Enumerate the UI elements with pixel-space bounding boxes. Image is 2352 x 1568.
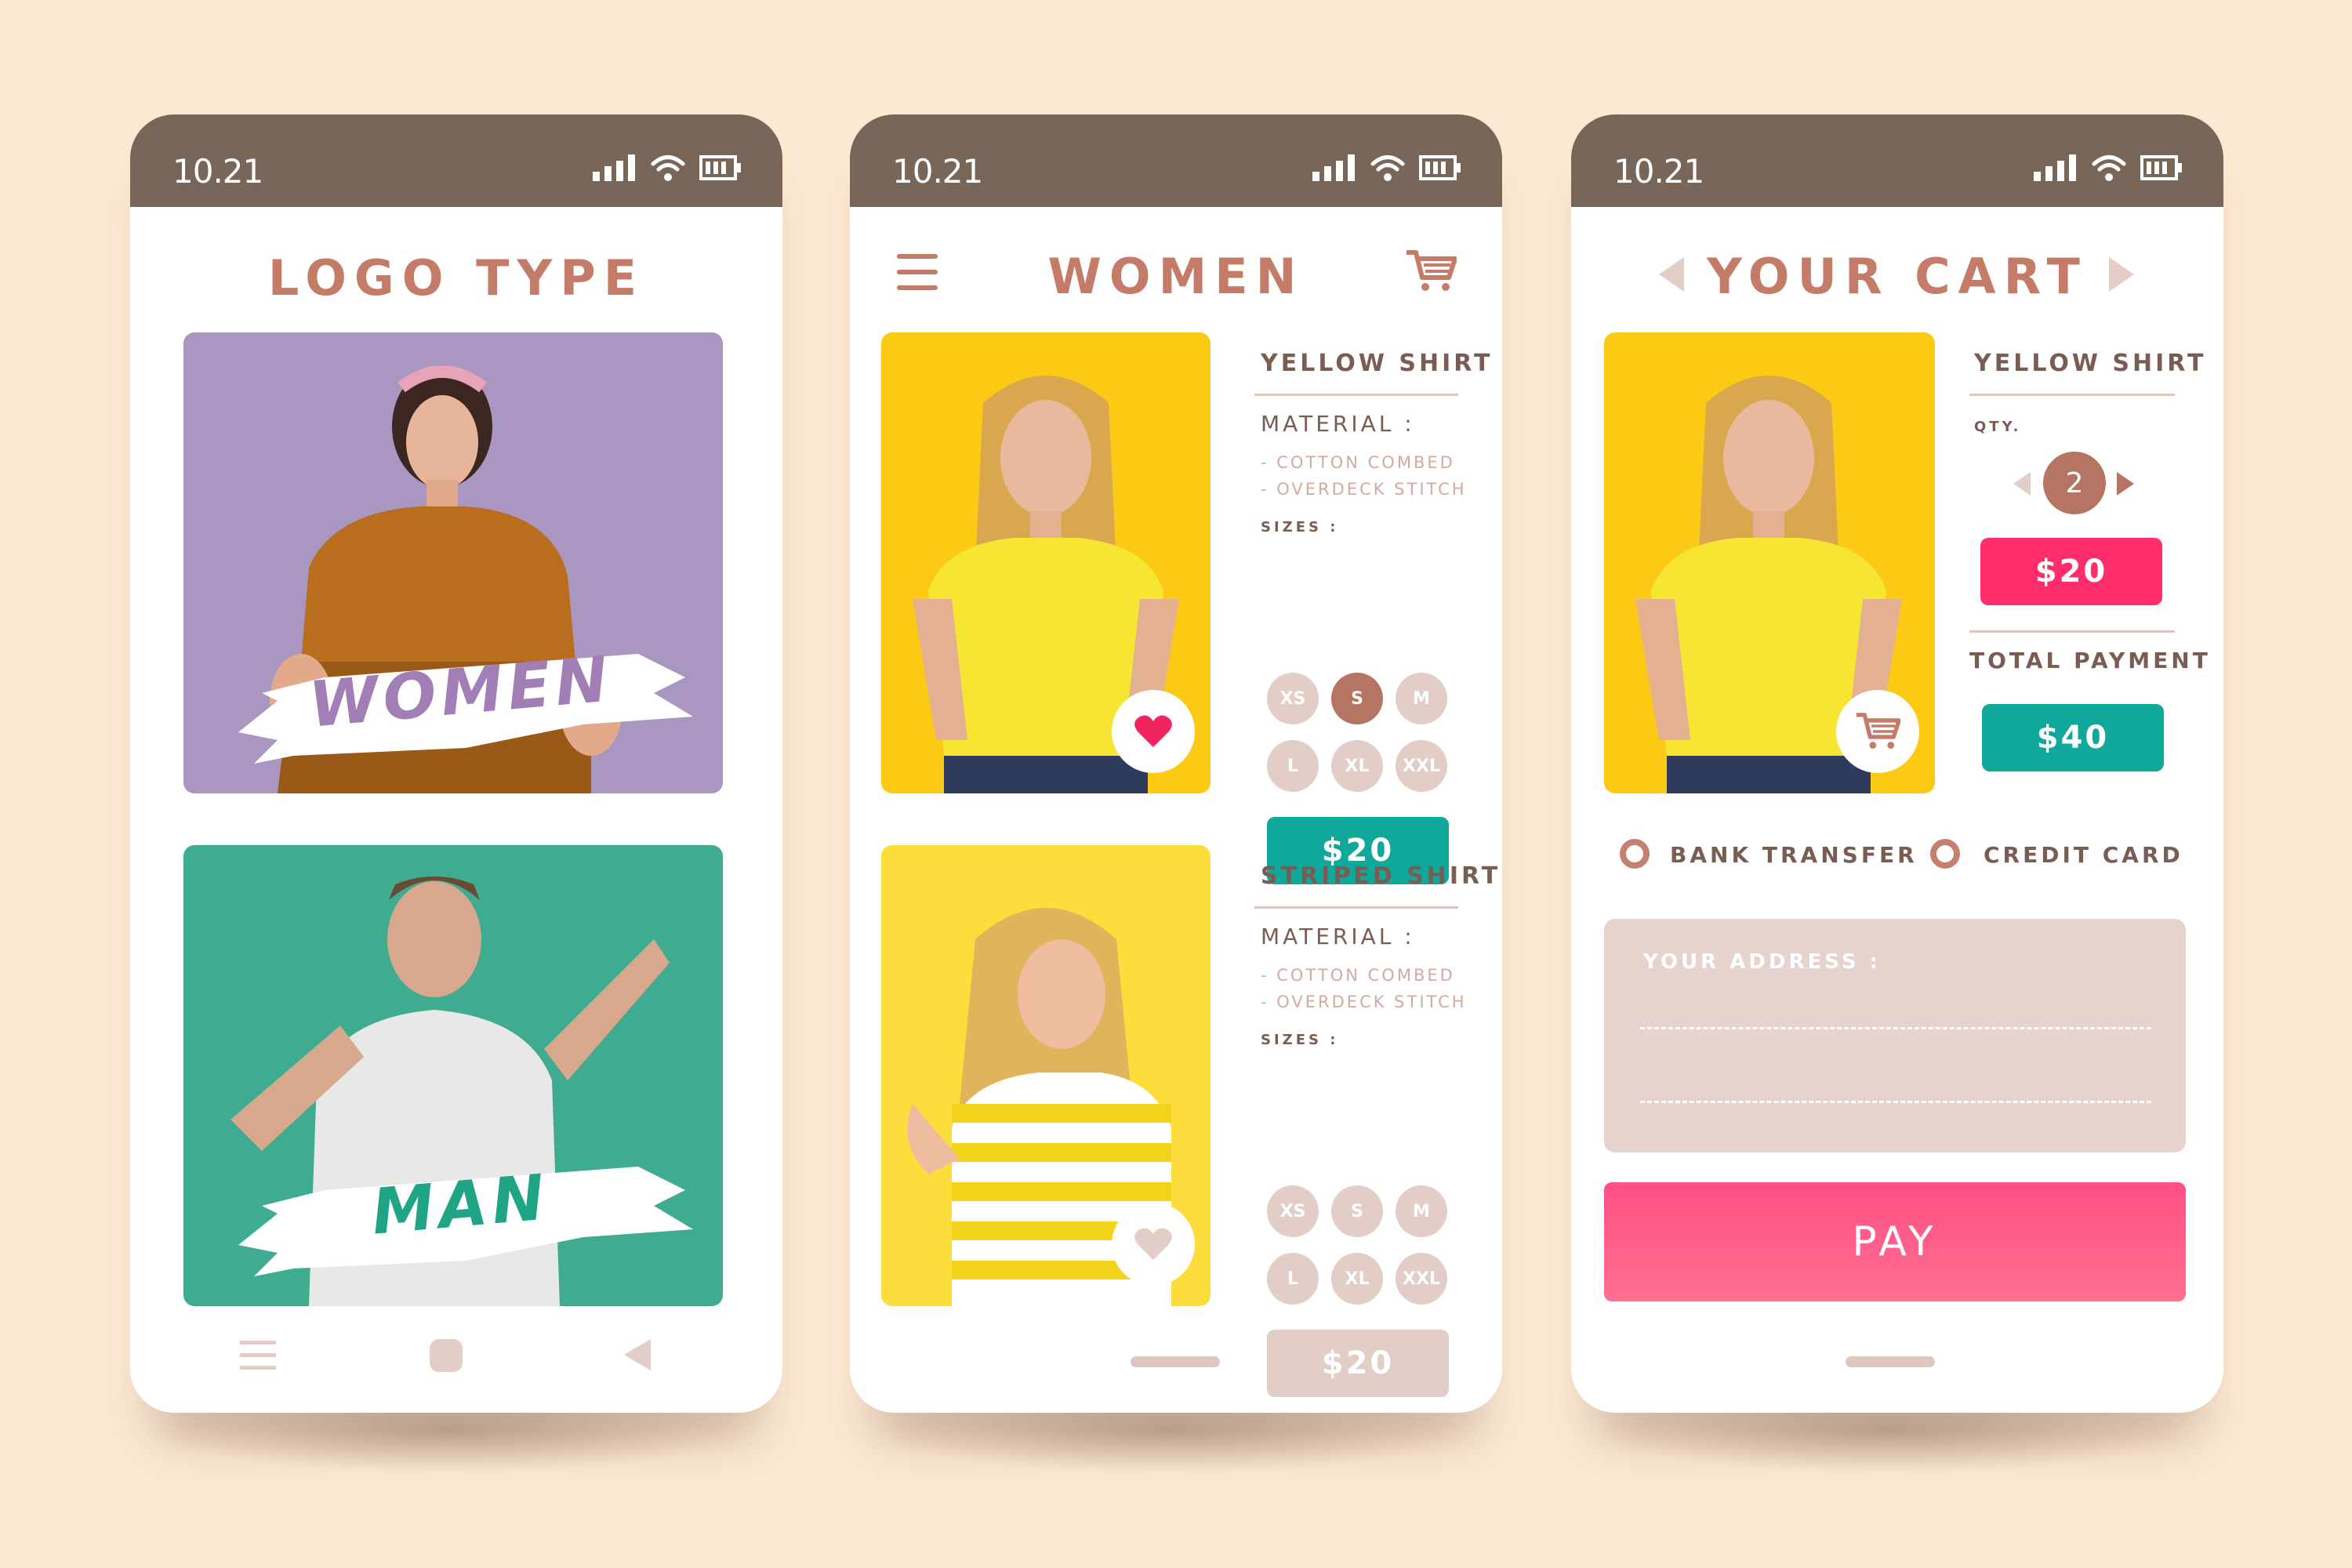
- battery-icon: [2140, 155, 2182, 180]
- phone-product-list-screen: 10.21 WOMEN YELLOW SHIRT MATERIAL : - CO…: [850, 114, 1502, 1413]
- status-bar: 10.21: [130, 114, 782, 207]
- material-item: - OVERDECK STITCH: [1261, 480, 1467, 499]
- status-time: 10.21: [1613, 152, 1704, 191]
- status-time: 10.21: [892, 152, 983, 191]
- payment-option-label[interactable]: BANK TRANSFER: [1670, 842, 1918, 868]
- favorite-button[interactable]: [1112, 1203, 1195, 1286]
- wifi-icon: [651, 155, 685, 181]
- radio-credit-card[interactable]: [1930, 839, 1960, 869]
- total-price: $40: [1982, 704, 2164, 771]
- pay-button[interactable]: PAY: [1604, 1182, 2186, 1301]
- status-bar: 10.21: [850, 114, 1502, 207]
- address-line: [1640, 1027, 2151, 1029]
- material-item: - COTTON COMBED: [1261, 966, 1455, 985]
- qty-label: QTY.: [1974, 419, 2022, 435]
- size-option-l[interactable]: L: [1267, 740, 1319, 792]
- address-label: YOUR ADDRESS :: [1643, 950, 1881, 974]
- product-image-yellow-shirt[interactable]: [881, 332, 1210, 793]
- size-option-xxl[interactable]: XXL: [1396, 1253, 1447, 1305]
- material-item: - COTTON COMBED: [1261, 453, 1455, 472]
- radio-bank-transfer[interactable]: [1620, 839, 1650, 869]
- battery-icon: [1419, 155, 1461, 180]
- sizes-label: SIZES :: [1261, 519, 1339, 535]
- size-option-s[interactable]: S: [1331, 1185, 1383, 1237]
- product-name: STRIPED SHIRT: [1261, 862, 1501, 890]
- cart-icon: [1856, 713, 1900, 749]
- cart-item-image: [1604, 332, 1935, 793]
- material-label: MATERIAL :: [1261, 411, 1415, 437]
- menu-icon[interactable]: [240, 1341, 276, 1370]
- divider: [1969, 394, 2175, 396]
- status-time: 10.21: [172, 152, 263, 191]
- add-to-cart-button[interactable]: [1836, 690, 1919, 773]
- payment-option-label[interactable]: CREDIT CARD: [1984, 842, 2183, 868]
- heart-filled-icon: [1134, 715, 1172, 747]
- signal-icon: [593, 154, 635, 181]
- category-card-man[interactable]: MAN: [183, 845, 723, 1306]
- home-indicator[interactable]: [1846, 1356, 1935, 1367]
- size-option-l[interactable]: L: [1267, 1253, 1319, 1305]
- sizes-label: SIZES :: [1261, 1032, 1339, 1048]
- status-bar: 10.21: [1571, 114, 2223, 207]
- signal-icon: [1312, 154, 1355, 181]
- logo-title: LOGO TYPE: [267, 249, 645, 307]
- product-name: YELLOW SHIRT: [1261, 350, 1494, 377]
- qty-value: 2: [2043, 452, 2106, 514]
- size-option-xxl[interactable]: XXL: [1396, 740, 1447, 792]
- home-icon[interactable]: [430, 1339, 463, 1372]
- size-option-m[interactable]: M: [1396, 1185, 1447, 1237]
- battery-icon: [699, 155, 741, 180]
- divider: [1254, 394, 1458, 396]
- size-option-xs[interactable]: XS: [1267, 673, 1319, 724]
- total-payment-label: TOTAL PAYMENT: [1969, 648, 2211, 673]
- divider: [1969, 630, 2175, 633]
- phone-home-screen: 10.21 LOGO TYPE WOMEN MAN: [130, 114, 782, 1413]
- size-option-xl[interactable]: XL: [1331, 1253, 1383, 1305]
- divider: [1254, 906, 1458, 909]
- wifi-icon: [1370, 155, 1405, 181]
- home-indicator[interactable]: [1131, 1356, 1220, 1367]
- qty-increase-icon[interactable]: [2117, 472, 2134, 495]
- signal-icon: [2034, 154, 2076, 181]
- item-price: $20: [1980, 538, 2162, 605]
- address-line: [1640, 1101, 2151, 1103]
- wifi-icon: [2092, 155, 2126, 181]
- category-card-women[interactable]: WOMEN: [183, 332, 723, 793]
- address-input[interactable]: YOUR ADDRESS :: [1604, 919, 2186, 1152]
- cart-icon[interactable]: [1405, 249, 1457, 293]
- product-image-striped-shirt[interactable]: [881, 845, 1210, 1306]
- next-arrow-icon[interactable]: [2109, 257, 2134, 292]
- back-icon[interactable]: [624, 1339, 651, 1370]
- phone-cart-screen: 10.21 YOUR CART YELLOW SHIRT QTY. 2 $20 …: [1571, 114, 2223, 1413]
- size-option-xs[interactable]: XS: [1267, 1185, 1319, 1237]
- size-option-m[interactable]: M: [1396, 673, 1447, 724]
- material-item: - OVERDECK STITCH: [1261, 993, 1467, 1011]
- size-option-xl[interactable]: XL: [1331, 740, 1383, 792]
- size-option-s[interactable]: S: [1331, 673, 1383, 724]
- category-label-man: MAN: [368, 1160, 553, 1249]
- price-button[interactable]: $20: [1267, 1330, 1449, 1397]
- cart-item-name: YELLOW SHIRT: [1974, 350, 2207, 377]
- heart-outline-icon: [1134, 1228, 1172, 1260]
- favorite-button[interactable]: [1112, 690, 1195, 773]
- qty-decrease-icon[interactable]: [2013, 472, 2031, 495]
- material-label: MATERIAL :: [1261, 924, 1415, 949]
